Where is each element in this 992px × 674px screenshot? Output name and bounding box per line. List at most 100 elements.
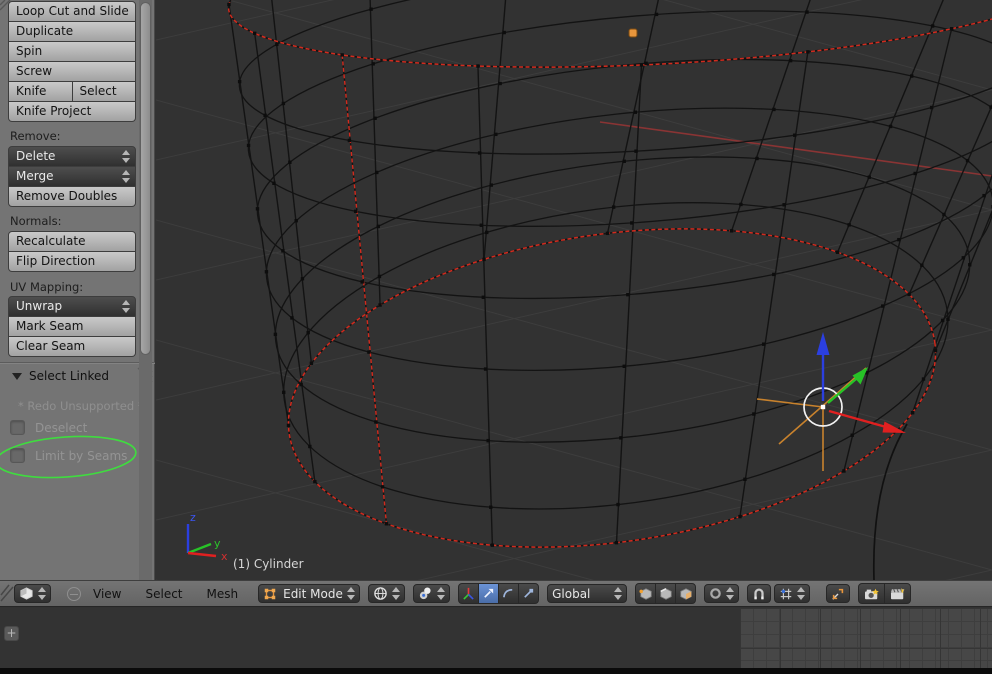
axis-x-label: x (221, 550, 228, 563)
proportional-edit-dropdown[interactable] (704, 584, 739, 603)
stepper-icon (347, 587, 355, 600)
stepper-icon (122, 170, 130, 183)
menu-select[interactable]: Select (133, 587, 194, 601)
stepper-icon (122, 150, 130, 163)
clapperboard-icon (890, 587, 906, 601)
snap-increment-icon (779, 587, 793, 601)
shading-sphere-icon (373, 586, 388, 601)
scale-manipulator-button[interactable] (519, 584, 538, 603)
edge-select-button[interactable] (656, 584, 675, 603)
opengl-render-image-button[interactable] (859, 584, 884, 603)
bottom-editor-grid (740, 608, 992, 668)
edit-mode-icon (263, 587, 277, 601)
unwrap-menu[interactable]: Unwrap (9, 297, 135, 316)
orientation-label: Global (552, 587, 590, 601)
screw-button[interactable]: Screw (9, 62, 135, 81)
select-linked-panel-title: Select Linked (29, 369, 109, 383)
tool-shelf: Loop Cut and Slide Duplicate Spin Screw … (0, 0, 155, 580)
editor-type-button[interactable] (14, 584, 51, 603)
limit-by-seams-checkbox-row[interactable]: Limit by Seams (10, 448, 127, 463)
mode-dropdown-label: Edit Mode (283, 587, 343, 601)
remove-section-label: Remove: (10, 129, 61, 143)
toolshelf-scrollbar-thumb[interactable] (140, 2, 151, 355)
rotate-arc-icon (502, 587, 515, 600)
3d-viewport[interactable]: z y x (1) Cylinder (156, 0, 992, 580)
cylinder-wireframe[interactable] (225, 0, 992, 580)
3d-view-editor-icon (19, 586, 34, 601)
translate-manipulator-button[interactable] (479, 584, 498, 603)
pivot-point-icon (418, 586, 433, 601)
knife-button[interactable]: Knife (9, 82, 72, 101)
duplicate-button[interactable]: Duplicate (9, 22, 135, 41)
select-linked-panel-header[interactable]: Select Linked (12, 369, 109, 383)
redo-unsupported-notice: * Redo Unsupported * (18, 399, 144, 413)
stepper-icon (392, 587, 400, 600)
camera-icon (864, 587, 880, 601)
axis-y-label: y (214, 537, 221, 550)
flip-direction-button[interactable]: Flip Direction (9, 252, 135, 271)
stepper-icon (797, 587, 805, 600)
limit-by-seams-checkbox[interactable] (10, 448, 25, 463)
bottom-editor-area[interactable]: + (0, 608, 992, 668)
menu-mesh[interactable]: Mesh (195, 587, 251, 601)
transform-orientation-dropdown[interactable]: Global (547, 584, 627, 603)
snap-target-icon (831, 587, 845, 601)
viewport-shading-dropdown[interactable] (368, 584, 405, 603)
active-object-label: (1) Cylinder (233, 557, 304, 571)
merge-menu[interactable]: Merge (9, 167, 135, 186)
spin-button[interactable]: Spin (9, 42, 135, 61)
normals-group: Recalculate Flip Direction (8, 231, 136, 272)
window-bottom-strip (0, 668, 992, 674)
face-select-button[interactable] (676, 584, 695, 603)
deselect-checkbox[interactable] (10, 420, 25, 435)
mesh-tools-group: Loop Cut and Slide Duplicate Spin Screw … (8, 1, 136, 122)
snap-target-button[interactable] (826, 584, 850, 603)
scale-arrow-icon (522, 587, 535, 600)
magnet-icon (752, 587, 766, 601)
uv-mapping-section-label: UV Mapping: (10, 280, 83, 294)
pivot-point-dropdown[interactable] (413, 584, 450, 603)
translate-arrow-icon (482, 587, 495, 600)
header-corner-widget-icon[interactable] (0, 581, 14, 607)
blender-window: Loop Cut and Slide Duplicate Spin Screw … (0, 0, 992, 674)
delete-menu[interactable]: Delete (9, 147, 135, 166)
select-mode-group (635, 583, 696, 604)
vertex-select-button[interactable] (636, 584, 655, 603)
expand-panel-button[interactable]: + (4, 626, 19, 641)
menu-view[interactable]: View (81, 587, 133, 601)
collapse-arrow-icon (12, 373, 22, 380)
vertex-select-icon (639, 587, 653, 601)
collapse-menus-icon[interactable] (67, 587, 81, 601)
opengl-render-anim-button[interactable] (885, 584, 910, 603)
face-select-icon (679, 587, 693, 601)
proportional-edit-icon (709, 587, 722, 600)
snap-element-dropdown[interactable] (774, 584, 810, 603)
axes-tripod-icon (462, 587, 475, 600)
deselect-checkbox-row[interactable]: Deselect (10, 420, 87, 435)
manipulator-axes-button[interactable] (459, 584, 478, 603)
snap-toggle-button[interactable] (747, 584, 771, 603)
mode-dropdown[interactable]: Edit Mode (258, 584, 360, 603)
axis-z-label: z (190, 511, 196, 524)
clear-seam-button[interactable]: Clear Seam (9, 337, 135, 356)
loop-cut-button[interactable]: Loop Cut and Slide (9, 2, 135, 21)
rotate-manipulator-button[interactable] (499, 584, 518, 603)
mark-seam-button[interactable]: Mark Seam (9, 317, 135, 336)
viewport-header: View Select Mesh Edit Mode (0, 580, 992, 607)
uv-group: Unwrap Mark Seam Clear Seam (8, 296, 136, 357)
knife-project-button[interactable]: Knife Project (9, 102, 135, 121)
knife-select-button[interactable]: Select (73, 82, 136, 101)
stepper-icon (122, 300, 130, 313)
stepper-icon (437, 587, 445, 600)
remove-group: Delete Merge Remove Doubles (8, 146, 136, 207)
panel-separator (0, 362, 155, 363)
viewport-axis-gizmo: z y x (188, 511, 228, 563)
remove-doubles-button[interactable]: Remove Doubles (9, 187, 135, 206)
edge-select-icon (659, 587, 673, 601)
opengl-render-group (858, 583, 911, 604)
limit-by-seams-label: Limit by Seams (35, 449, 127, 463)
3d-manipulator[interactable] (757, 332, 906, 471)
viewport-canvas[interactable]: z y x (1) Cylinder (156, 0, 992, 580)
normals-section-label: Normals: (10, 214, 61, 228)
recalculate-button[interactable]: Recalculate (9, 232, 135, 251)
